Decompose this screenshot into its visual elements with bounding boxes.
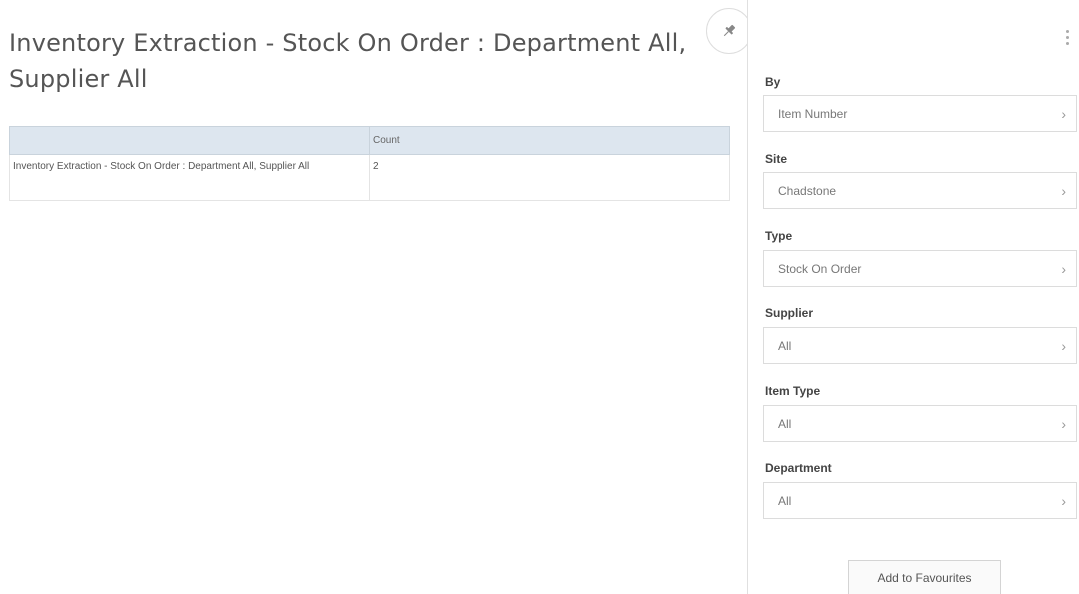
- filter-field-type[interactable]: Stock On Order ›: [763, 250, 1077, 287]
- page-title: Inventory Extraction - Stock On Order : …: [9, 29, 687, 93]
- filter-field-supplier[interactable]: All ›: [763, 327, 1077, 364]
- chevron-right-icon: ›: [1061, 492, 1066, 509]
- kebab-menu-button[interactable]: [1057, 22, 1077, 52]
- filter-value-supplier: All: [778, 338, 792, 353]
- filter-field-by[interactable]: Item Number ›: [763, 95, 1077, 132]
- chevron-right-icon: ›: [1061, 182, 1066, 199]
- filter-value-item-type: All: [778, 416, 792, 431]
- table-row[interactable]: Inventory Extraction - Stock On Order : …: [9, 154, 730, 201]
- filter-field-department[interactable]: All ›: [763, 482, 1077, 519]
- filter-value-by: Item Number: [778, 106, 848, 121]
- kebab-menu-icon: [1065, 29, 1069, 33]
- column-header-count: Count: [369, 126, 730, 155]
- report-panel: Inventory Extraction - Stock On Order : …: [0, 0, 747, 594]
- filter-label-item-type: Item Type: [765, 384, 821, 398]
- filter-field-item-type[interactable]: All ›: [763, 405, 1077, 442]
- filter-value-department: All: [778, 493, 792, 508]
- chevron-right-icon: ›: [1061, 105, 1066, 122]
- table-header-row: Count: [9, 126, 730, 155]
- filter-label-department: Department: [765, 461, 832, 475]
- filter-value-type: Stock On Order: [778, 261, 862, 276]
- add-to-favourites-button[interactable]: Add to Favourites: [848, 560, 1001, 594]
- chevron-right-icon: ›: [1061, 337, 1066, 354]
- column-header-name: [9, 126, 370, 155]
- results-table: Count Inventory Extraction - Stock On Or…: [9, 126, 730, 201]
- filter-label-by: By: [765, 75, 781, 89]
- filter-label-supplier: Supplier: [765, 306, 814, 320]
- filter-label-type: Type: [765, 229, 793, 243]
- chevron-right-icon: ›: [1061, 415, 1066, 432]
- chevron-right-icon: ›: [1061, 260, 1066, 277]
- pin-icon: [723, 24, 736, 37]
- table-cell-count: 2: [369, 154, 730, 201]
- filter-field-site[interactable]: Chadstone ›: [763, 172, 1077, 209]
- filter-label-site: Site: [765, 152, 788, 166]
- table-cell-name: Inventory Extraction - Stock On Order : …: [9, 154, 370, 201]
- filter-sidebar: By Item Number › Site Chadstone › Type S…: [747, 0, 1079, 594]
- pin-button[interactable]: [706, 8, 752, 54]
- filter-value-site: Chadstone: [778, 183, 837, 198]
